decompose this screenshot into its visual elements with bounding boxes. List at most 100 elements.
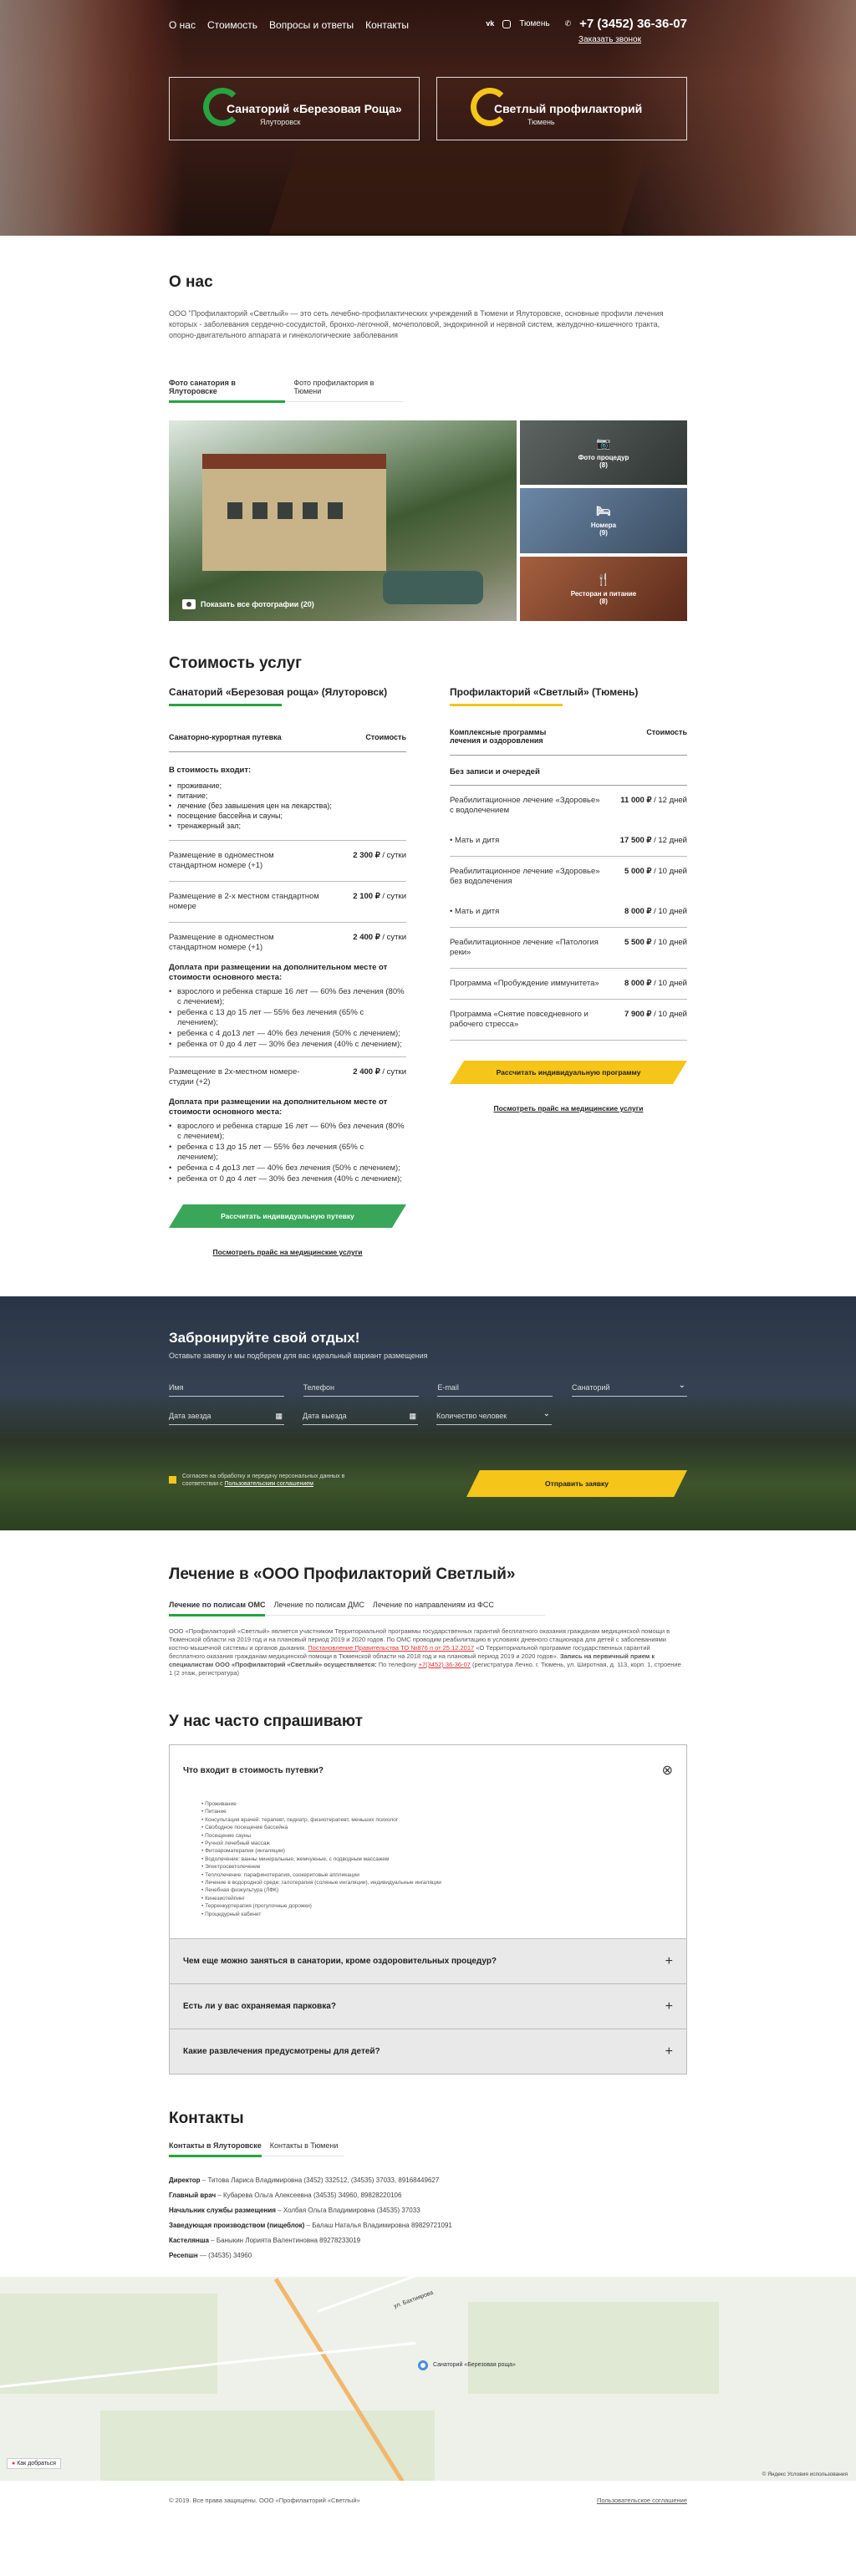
price-row: Программа «Снятие повседневного и рабоче… bbox=[450, 1000, 687, 1041]
nav-link-about[interactable]: О нас bbox=[169, 19, 196, 31]
submit-request-button[interactable]: Отправить заявку bbox=[466, 1470, 687, 1497]
about-text: ООО "Профилакторий «Светлый» — это сеть … bbox=[169, 309, 664, 339]
route-button[interactable]: ● Как добраться bbox=[7, 2458, 61, 2470]
contact-row: Главный врач – Кубарева Ольга Алексеевна… bbox=[169, 2192, 402, 2200]
map-pin-icon[interactable] bbox=[418, 2360, 428, 2371]
tab-fss[interactable]: Лечение по направлениям из ФСС bbox=[373, 1601, 494, 1615]
email-field[interactable]: E-mail bbox=[437, 1383, 553, 1397]
treatment-section: Лечение в «ООО Профилакторий Светлый» Ле… bbox=[169, 1530, 687, 1677]
card-profilactorium[interactable]: Светлый профилакторий Тюмень bbox=[436, 77, 687, 140]
price-list-link-right[interactable]: Посмотреть прайс на медицинские услуги bbox=[450, 1104, 687, 1112]
footer: © 2019. Все права защищены. ООО «Профила… bbox=[169, 2481, 687, 2519]
city-label: Тюмень bbox=[519, 19, 550, 28]
callback-link[interactable]: Заказать звонок bbox=[578, 35, 641, 44]
price-row: • Мать и дитя 17 500 ₽ / 12 дней bbox=[450, 826, 687, 857]
tab-oms[interactable]: Лечение по полисам ОМС bbox=[169, 1601, 266, 1616]
faq-section: У нас часто спрашивают Что входит в стои… bbox=[169, 1677, 687, 2075]
pin-icon: ● bbox=[12, 2461, 16, 2467]
gallery-main-photo[interactable]: Показать все фотографии (20) bbox=[169, 420, 517, 621]
name-field[interactable]: Имя bbox=[169, 1383, 284, 1397]
decree-link[interactable]: Постановление Правительства ТО №876 п от… bbox=[308, 1644, 474, 1652]
calendar-icon: ▦ bbox=[409, 1412, 416, 1420]
plus-icon[interactable]: + bbox=[665, 2044, 673, 2059]
tab-dms[interactable]: Лечение по полисам ДМС bbox=[273, 1601, 364, 1615]
calc-program-button[interactable]: Рассчитать индивидуальную программу bbox=[450, 1061, 687, 1084]
price-list-link-left[interactable]: Посмотреть прайс на медицинские услуги bbox=[169, 1248, 406, 1256]
price-left-header: Санаторно-курортная путевка Стоимость bbox=[169, 711, 406, 752]
price-left-title: Санаторий «Березовая роща» (Ялуторовск) bbox=[169, 686, 406, 706]
bed-icon: 🛏 bbox=[596, 504, 611, 518]
guests-select[interactable]: Количество человек bbox=[436, 1409, 552, 1425]
treatment-text: ООО «Профилакторий «Светлый» является уч… bbox=[169, 1627, 681, 1677]
checkin-date-field[interactable]: Дата заезда ▦ bbox=[169, 1412, 284, 1425]
gallery-rooms[interactable]: 🛏 Номера (9) bbox=[520, 488, 687, 553]
card-sanatorium-subtitle: Ялуторовск bbox=[260, 118, 301, 126]
booking-subtitle: Оставьте заявку и мы подберем для вас ид… bbox=[169, 1352, 428, 1360]
phone-field[interactable]: Телефон bbox=[303, 1383, 419, 1397]
prices-section: Стоимость услуг Санаторий «Березовая рощ… bbox=[169, 621, 687, 1256]
price-row: Программа «Пробуждение иммунитета» 8 000 … bbox=[450, 969, 687, 1000]
calendar-icon: ▦ bbox=[275, 1412, 283, 1420]
card-sanatorium-title: Санаторий «Березовая Роща» bbox=[227, 102, 402, 115]
checkout-date-field[interactable]: Дата выезда ▦ bbox=[303, 1412, 418, 1425]
card-profilactorium-subtitle: Тюмень bbox=[527, 118, 555, 126]
registry-phone-link[interactable]: +7(3452) 36-36-07 bbox=[419, 1661, 471, 1668]
gallery-restaurant[interactable]: 🍴 Ресторан и питание (8) bbox=[520, 556, 687, 621]
hero-banner: О нас Стоимость Вопросы и ответы Контакт… bbox=[0, 0, 856, 236]
booking-section: Забронируйте свой отдых! Оставьте заявку… bbox=[0, 1296, 856, 1530]
plus-icon[interactable]: + bbox=[665, 1999, 673, 2014]
contact-row: Кастелянша – Баныкин Лорията Валентиновн… bbox=[169, 2237, 361, 2245]
tab-contacts-yalutorovsk[interactable]: Контакты в Ялуторовске bbox=[169, 2141, 262, 2158]
price-column-profilactorium: Профилакторий «Светлый» (Тюмень) Комплек… bbox=[450, 686, 687, 1256]
phone-number[interactable]: +7 (3452) 36-36-07 bbox=[579, 17, 687, 31]
show-all-photos-label: Показать все фотографии (20) bbox=[201, 600, 314, 608]
contact-row: Ресепшн — (34535) 34960 bbox=[169, 2252, 252, 2260]
location-map[interactable]: ул. Бахтиярова Санаторий «Березовая роща… bbox=[0, 2277, 856, 2482]
contacts-section: Контакты Контакты в Ялуторовске Контакты… bbox=[169, 2075, 687, 2263]
faq-item[interactable]: Что входит в стоимость путевки?⊗ Прожива… bbox=[170, 1745, 686, 1940]
agreement-link[interactable]: Пользовательским соглашением bbox=[224, 1481, 313, 1487]
nav-link-faq[interactable]: Вопросы и ответы bbox=[269, 19, 354, 31]
tab-photo-tyumen[interactable]: Фото профилактория в Тюмени bbox=[293, 379, 403, 401]
price-row: Размещение в одноместном стандартном ном… bbox=[169, 841, 406, 882]
price-row: Размещение в 2-х местном стандартном ном… bbox=[169, 882, 406, 923]
tab-contacts-tyumen[interactable]: Контакты в Тюмени bbox=[270, 2141, 339, 2156]
gallery-procedures[interactable]: 📷 Фото процедур (8) bbox=[520, 420, 687, 486]
photo-tabs: Фото санатория в Ялуторовске Фото профил… bbox=[169, 379, 403, 403]
extra-place-block: Доплата при размещении на дополнительном… bbox=[169, 1097, 406, 1184]
includes-block: В стоимость входит: проживание; питание;… bbox=[169, 752, 406, 831]
price-row: Реабилитационное лечение «Здоровье» с во… bbox=[450, 796, 687, 815]
booking-title: Забронируйте свой отдых! bbox=[169, 1330, 360, 1346]
vk-icon[interactable]: 𝐯𝐤 bbox=[486, 19, 494, 28]
footer-agreement-link[interactable]: Пользовательское соглашение bbox=[597, 2497, 687, 2504]
consent-checkbox[interactable] bbox=[169, 1476, 176, 1484]
price-right-title: Профилакторий «Светлый» (Тюмень) bbox=[450, 686, 687, 706]
card-sanatorium[interactable]: Санаторий «Березовая Роща» Ялуторовск bbox=[169, 77, 420, 140]
food-icon: 🍴 bbox=[596, 572, 611, 586]
card-profilactorium-title: Светлый профилакторий bbox=[494, 102, 643, 115]
faq-item[interactable]: Есть ли у вас охраняемая парковка? + bbox=[170, 1984, 686, 2030]
contact-row: Директор – Титова Лариса Владимировна (3… bbox=[169, 2176, 440, 2185]
about-title: О нас bbox=[169, 273, 213, 291]
faq-title: У нас часто спрашивают bbox=[169, 1713, 363, 1730]
camera-icon bbox=[182, 599, 196, 609]
prices-title: Стоимость услуг bbox=[169, 654, 303, 672]
close-icon[interactable]: ⊗ bbox=[662, 1762, 673, 1779]
price-row: Реабилитационное лечение «Здоровье» без … bbox=[450, 867, 687, 886]
map-copyright: © Яндекс Условия использования bbox=[762, 2472, 848, 2478]
sanatorium-select[interactable]: Санаторий bbox=[571, 1381, 687, 1397]
map-street-label: ул. Бахтиярова bbox=[393, 2289, 435, 2310]
instagram-icon[interactable] bbox=[502, 19, 512, 28]
treatment-tabs: Лечение по полисам ОМС Лечение по полиса… bbox=[169, 1601, 545, 1616]
tab-photo-yalutorovsk[interactable]: Фото санатория в Ялуторовске bbox=[169, 379, 286, 403]
photo-gallery: Показать все фотографии (20) 📷 Фото проц… bbox=[169, 420, 687, 621]
price-row: Размещение в одноместном стандартном ном… bbox=[169, 933, 406, 952]
plus-icon[interactable]: + bbox=[665, 1954, 673, 1969]
calc-voucher-button[interactable]: Рассчитать индивидуальную путевку bbox=[169, 1204, 406, 1228]
faq-item[interactable]: Чем еще можно заняться в санатории, кром… bbox=[170, 1939, 686, 1985]
extra-place-block: Доплата при размещении на дополнительном… bbox=[169, 963, 406, 1050]
contacts-title: Контакты bbox=[169, 2110, 244, 2128]
nav-link-price[interactable]: Стоимость bbox=[207, 19, 257, 31]
faq-item[interactable]: Какие развлечения предусмотрены для дете… bbox=[170, 2029, 686, 2075]
nav-link-contacts[interactable]: Контакты bbox=[365, 19, 409, 31]
